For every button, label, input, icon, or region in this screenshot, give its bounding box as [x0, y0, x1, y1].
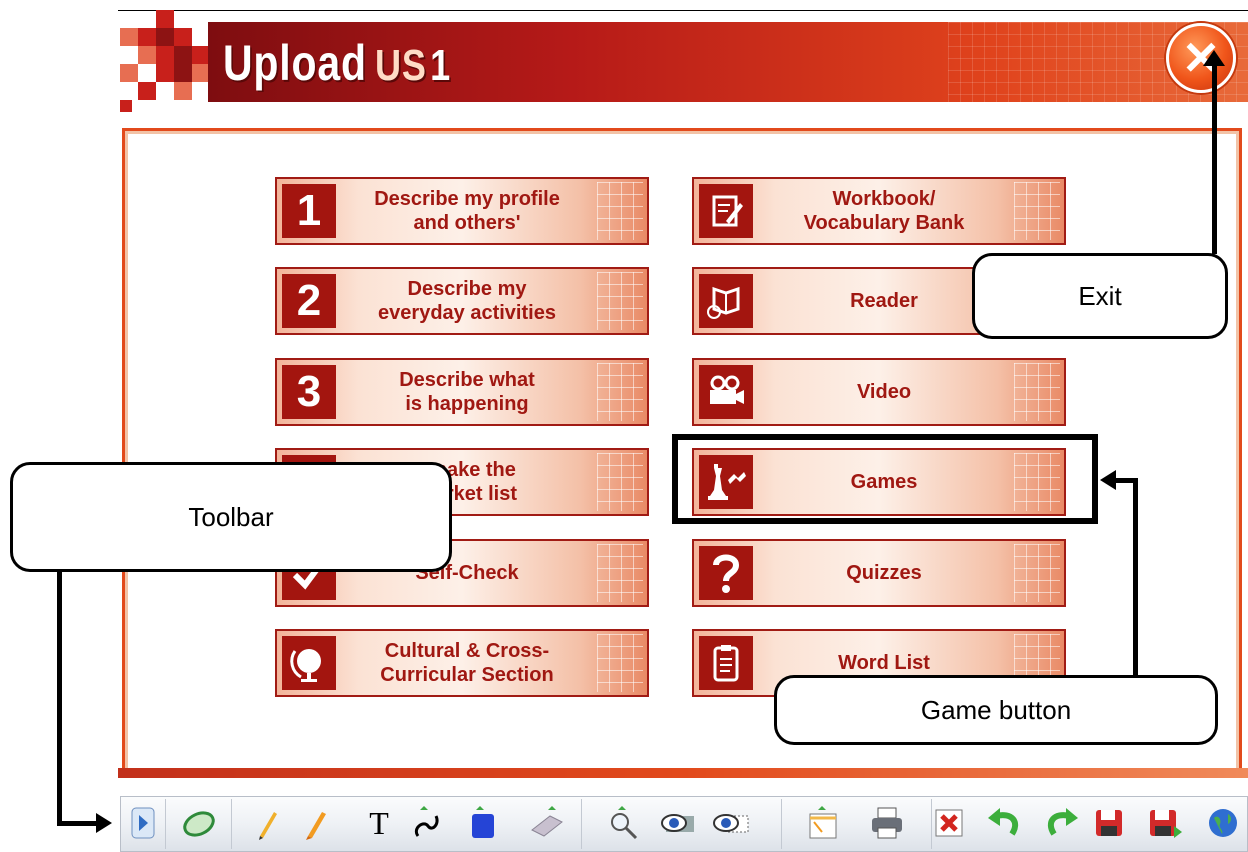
window-top-border [118, 10, 1248, 11]
logo-word-level: 1 [430, 41, 451, 90]
toolbar-callout-line-horizontal [57, 821, 97, 826]
video-camera-icon [699, 365, 753, 419]
chess-piece-icon [699, 455, 753, 509]
unit-number: 1 [296, 186, 322, 235]
cultural-section-button[interactable]: Cultural & Cross- Curricular Section [275, 629, 649, 697]
logo-word-upload: Upload [223, 35, 367, 91]
quizzes-label: Quizzes [846, 562, 922, 584]
highlighter-icon[interactable] [293, 803, 337, 843]
unit-3-label: Describe what is happening [399, 369, 535, 415]
game-button-callout: Game button [774, 675, 1218, 745]
freehand-line-icon[interactable] [405, 803, 449, 843]
unit-2-tile: 2 [282, 274, 336, 328]
unit-number: 3 [296, 367, 322, 416]
globe-web-icon[interactable] [1201, 803, 1245, 843]
unit-1-label: Describe my profile and others' [374, 188, 560, 234]
exit-callout-line [1212, 62, 1217, 254]
games-arrowhead [1100, 470, 1116, 490]
unit-2-label: Describe my everyday activities [378, 278, 556, 324]
unit-3-tile: 3 [282, 365, 336, 419]
workbook-label: Workbook/ Vocabulary Bank [803, 188, 965, 234]
text-icon[interactable]: T [357, 803, 401, 843]
toolbar-callout-line-vertical [57, 571, 62, 826]
expand-arrow-icon[interactable] [121, 803, 165, 843]
unit-3-button[interactable]: 3 Describe what is happening [275, 358, 649, 426]
grid-decoration [1014, 363, 1060, 421]
shape-icon[interactable] [461, 803, 505, 843]
games-callout-line-horizontal [1116, 478, 1138, 483]
cultural-section-label: Cultural & Cross- Curricular Section [380, 640, 554, 686]
grid-decoration [1014, 182, 1060, 240]
quizzes-button[interactable]: Quizzes [692, 539, 1066, 607]
mouse-icon[interactable] [177, 803, 221, 843]
grid-decoration [597, 363, 643, 421]
video-label: Video [856, 381, 912, 403]
grid-decoration [597, 182, 643, 240]
workbook-icon [699, 184, 753, 238]
save-as-icon[interactable] [1143, 803, 1187, 843]
grid-decoration [1014, 544, 1060, 602]
games-button[interactable]: Games [692, 448, 1066, 516]
logo-word-us: US [375, 41, 427, 90]
grid-decoration [597, 544, 643, 602]
save-icon[interactable] [1087, 803, 1131, 843]
exit-callout: Exit [972, 253, 1228, 339]
games-label: Games [850, 471, 918, 493]
blank-page-icon[interactable] [801, 803, 845, 843]
video-button[interactable]: Video [692, 358, 1066, 426]
clipboard-icon [699, 636, 753, 690]
magnifier-icon[interactable] [601, 803, 645, 843]
undo-icon[interactable] [983, 803, 1027, 843]
workbook-button[interactable]: Workbook/ Vocabulary Bank [692, 177, 1066, 245]
app-logo: Upload US1 [223, 28, 451, 98]
redo-icon[interactable] [1039, 803, 1083, 843]
unit-1-tile: 1 [282, 184, 336, 238]
globe-icon [282, 636, 336, 690]
exit-button[interactable]: ✕ [1166, 23, 1236, 93]
toolbar-arrowhead [96, 813, 112, 833]
reader-label: Reader [850, 290, 918, 312]
clear-icon[interactable] [927, 803, 971, 843]
spotlight-icon[interactable] [657, 803, 701, 843]
unit-1-button[interactable]: 1 Describe my profile and others' [275, 177, 649, 245]
reveal-icon[interactable] [709, 803, 753, 843]
exit-arrowhead [1203, 50, 1225, 66]
bottom-accent-bar [118, 768, 1248, 778]
grid-decoration [597, 634, 643, 692]
eraser-icon[interactable] [525, 803, 569, 843]
toolbar: T [120, 796, 1248, 852]
reader-icon [699, 274, 753, 328]
games-callout-line-vertical [1133, 478, 1138, 676]
grid-decoration [597, 272, 643, 330]
unit-number: 2 [296, 276, 322, 325]
question-mark-icon [699, 546, 753, 600]
pencil-icon[interactable] [245, 803, 289, 843]
grid-decoration [597, 453, 643, 511]
print-icon[interactable] [865, 803, 909, 843]
toolbar-callout: Toolbar [10, 462, 452, 572]
grid-decoration [1014, 453, 1060, 511]
unit-2-button[interactable]: 2 Describe my everyday activities [275, 267, 649, 335]
